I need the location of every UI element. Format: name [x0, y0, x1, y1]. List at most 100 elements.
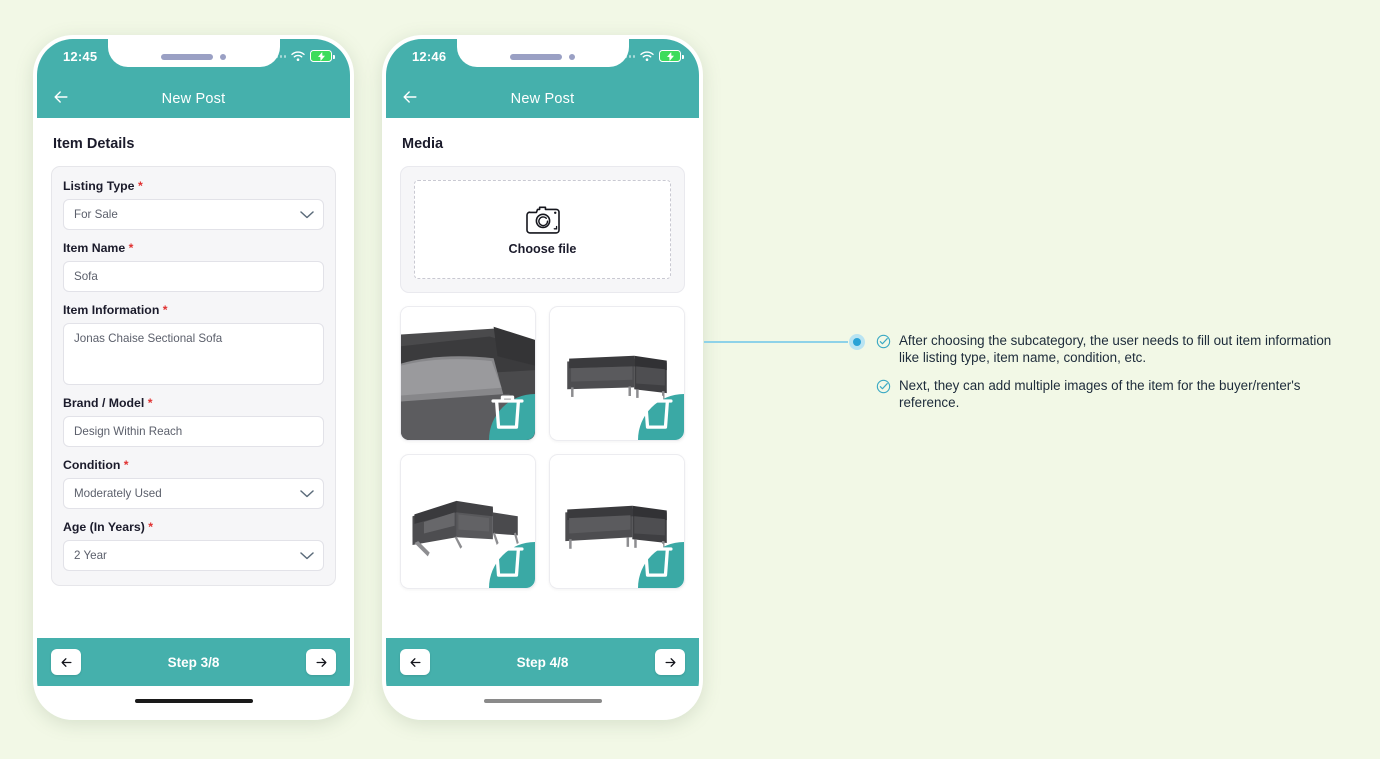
next-step-button[interactable] [306, 649, 336, 675]
annotation-note: Next, they can add multiple images of th… [876, 377, 1346, 411]
chevron-down-icon [300, 551, 314, 559]
front-camera-icon [220, 54, 226, 60]
canvas: 12:45 New Post Item Details Listing Type… [0, 0, 1380, 759]
required-marker: * [128, 241, 134, 255]
previous-step-button[interactable] [51, 649, 81, 675]
select-value: Moderately Used [74, 487, 162, 500]
annotation-note: After choosing the subcategory, the user… [876, 332, 1346, 366]
notch [456, 39, 629, 67]
field-age-in-years: Age (In Years) * 2 Year [63, 520, 324, 571]
field-item-information: Item Information * Jonas Chaise Sectiona… [63, 303, 324, 385]
section-title: Media [402, 136, 444, 152]
chevron-down-icon [300, 210, 314, 218]
arrow-right-icon [316, 657, 326, 667]
home-indicator-area [386, 686, 699, 716]
delete-image-button[interactable] [489, 394, 535, 440]
label-text: Item Name [63, 241, 126, 255]
label-text: Age (In Years) [63, 520, 145, 534]
next-step-button[interactable] [655, 649, 685, 675]
home-indicator[interactable] [483, 698, 602, 704]
label-text: Item Information [63, 303, 160, 317]
status-icons [271, 50, 335, 62]
back-button[interactable] [400, 87, 420, 112]
status-icons [620, 50, 684, 62]
trash-icon [640, 543, 673, 577]
select-value: For Sale [74, 208, 118, 221]
trash-icon [640, 395, 673, 429]
status-time: 12:46 [412, 49, 447, 64]
step-indicator: Step 3/8 [167, 654, 220, 670]
section-title: Item Details [53, 136, 135, 152]
uploaded-images-grid [400, 306, 685, 589]
choose-file-label: Choose file [508, 242, 577, 256]
annotation-notes: After choosing the subcategory, the user… [876, 332, 1346, 422]
field-label: Brand / Model * [63, 396, 324, 410]
arrow-left-icon [403, 91, 417, 103]
brand-model-input[interactable]: Design Within Reach [63, 416, 324, 447]
image-thumbnail[interactable] [549, 454, 685, 589]
required-marker: * [147, 396, 153, 410]
step-indicator: Step 4/8 [516, 654, 569, 670]
required-marker: * [148, 520, 154, 534]
home-indicator-area [37, 686, 350, 716]
item-details-form: Listing Type * For Sale Item Name * Sofa… [51, 166, 336, 586]
screen-body: Media Choose file [386, 118, 699, 638]
trash-icon [491, 543, 524, 577]
previous-step-button[interactable] [400, 649, 430, 675]
app-bar: New Post [37, 79, 350, 118]
image-thumbnail[interactable] [400, 454, 536, 589]
wifi-icon [291, 50, 305, 61]
speaker-grille-icon [510, 54, 562, 60]
field-listing-type: Listing Type * For Sale [63, 179, 324, 230]
select-value: 2 Year [74, 549, 107, 562]
trash-icon [491, 395, 524, 429]
arrow-left-icon [61, 657, 71, 667]
input-value: Sofa [74, 270, 98, 283]
back-button[interactable] [51, 87, 71, 112]
textarea-value: Jonas Chaise Sectional Sofa [74, 332, 223, 345]
age-select[interactable]: 2 Year [63, 540, 324, 571]
field-label: Listing Type * [63, 179, 324, 193]
field-label: Age (In Years) * [63, 520, 324, 534]
page-title: New Post [510, 90, 575, 107]
screen-body: Item Details Listing Type * For Sale Ite… [37, 118, 350, 638]
arrow-left-icon [410, 657, 420, 667]
phone-screen: 12:46 New Post Media Choose file Step 4/… [386, 39, 699, 716]
home-indicator[interactable] [134, 698, 253, 704]
label-text: Brand / Model [63, 396, 145, 410]
speaker-grille-icon [161, 54, 213, 60]
check-circle-icon [876, 379, 891, 394]
image-thumbnail[interactable] [549, 306, 685, 441]
step-footer: Step 3/8 [37, 638, 350, 686]
annotation-connector-line [704, 341, 848, 343]
delete-image-button[interactable] [638, 394, 684, 440]
required-marker: * [137, 179, 143, 193]
arrow-left-icon [54, 91, 68, 103]
page-title: New Post [161, 90, 226, 107]
arrow-right-icon [665, 657, 675, 667]
choose-file-dropzone[interactable]: Choose file [414, 180, 671, 279]
required-marker: * [123, 458, 129, 472]
battery-charging-icon [310, 50, 335, 62]
field-brand-model: Brand / Model * Design Within Reach [63, 396, 324, 447]
annotation-note-text: After choosing the subcategory, the user… [899, 333, 1332, 366]
status-bar: 12:46 [386, 39, 699, 79]
item-name-input[interactable]: Sofa [63, 261, 324, 292]
delete-image-button[interactable] [638, 542, 684, 588]
label-text: Condition [63, 458, 121, 472]
label-text: Listing Type [63, 179, 135, 193]
check-circle-icon [876, 334, 891, 349]
battery-charging-icon [659, 50, 684, 62]
item-information-textarea[interactable]: Jonas Chaise Sectional Sofa [63, 323, 324, 385]
status-bar: 12:45 [37, 39, 350, 79]
listing-type-select[interactable]: For Sale [63, 199, 324, 230]
app-bar: New Post [386, 79, 699, 118]
camera-icon [525, 206, 560, 234]
phone-screen: 12:45 New Post Item Details Listing Type… [37, 39, 350, 716]
condition-select[interactable]: Moderately Used [63, 478, 324, 509]
signal-dots-icon [620, 54, 635, 58]
image-thumbnail[interactable] [400, 306, 536, 441]
delete-image-button[interactable] [489, 542, 535, 588]
chevron-down-icon [300, 489, 314, 497]
status-time: 12:45 [63, 49, 98, 64]
